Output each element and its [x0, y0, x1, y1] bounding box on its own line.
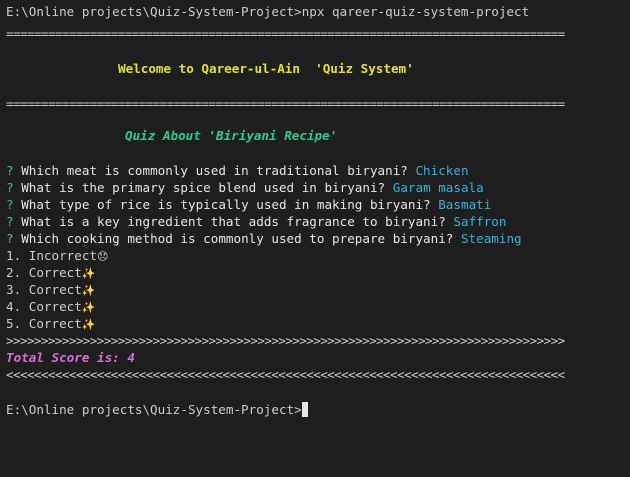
result-text: 4. Correct [6, 299, 82, 314]
question-answer: Basmati [438, 197, 492, 212]
disappointed-face-icon: 😞 [97, 250, 109, 263]
question-mark-icon: ? [6, 197, 14, 212]
sparkles-icon: ✨ [81, 301, 96, 314]
result-line: 4. Correct✨ [6, 298, 96, 315]
question-answer: Garam masala [392, 180, 484, 195]
question-text: What is a key ingredient that adds fragr… [21, 214, 446, 229]
question-mark-icon: ? [6, 214, 14, 229]
question-mark-icon: ? [6, 180, 14, 195]
question-line: ? What is the primary spice blend used i… [6, 179, 484, 196]
final-prompt-line[interactable]: E:\Online projects\Quiz-System-Project> [6, 401, 308, 418]
command-line: E:\Online projects\Quiz-System-Project>n… [6, 3, 529, 20]
result-line: 5. Correct✨ [6, 315, 96, 332]
arrows-left-divider: <<<<<<<<<<<<<<<<<<<<<<<<<<<<<<<<<<<<<<<<… [6, 367, 565, 382]
question-text: What is the primary spice blend used in … [21, 180, 386, 195]
total-score: Total Score is: 4 [6, 350, 135, 365]
welcome-message: Welcome to Qareer-ul-Ain 'Quiz System' [118, 61, 414, 76]
quiz-subtitle: Quiz About 'Biriyani Recipe' [125, 128, 338, 143]
question-text: What type of rice is typically used in m… [21, 197, 431, 212]
result-text: 2. Correct [6, 265, 82, 280]
result-line: 1. Incorrect😞 [6, 247, 108, 264]
text-cursor [301, 402, 308, 417]
result-text: 1. Incorrect [6, 248, 97, 263]
question-line: ? What is a key ingredient that adds fra… [6, 213, 506, 230]
question-line: ? What type of rice is typically used in… [6, 196, 491, 213]
result-text: 5. Correct [6, 316, 82, 331]
final-prompt: E:\Online projects\Quiz-System-Project> [6, 402, 302, 417]
terminal-window[interactable]: E:\Online projects\Quiz-System-Project>n… [0, 0, 630, 477]
sparkles-icon: ✨ [81, 284, 96, 297]
question-line: ? Which cooking method is commonly used … [6, 230, 522, 247]
question-text: Which cooking method is commonly used to… [21, 231, 454, 246]
result-line: 3. Correct✨ [6, 281, 96, 298]
question-line: ? Which meat is commonly used in traditi… [6, 162, 469, 179]
separator-top: ========================================… [6, 26, 565, 41]
command-text: npx qareer-quiz-system-project [301, 4, 530, 19]
sparkles-icon: ✨ [81, 318, 96, 331]
question-answer: Saffron [453, 214, 507, 229]
separator-bottom: ========================================… [6, 96, 565, 111]
result-line: 2. Correct✨ [6, 264, 96, 281]
command-prompt: E:\Online projects\Quiz-System-Project> [6, 4, 302, 19]
sparkles-icon: ✨ [81, 267, 96, 280]
question-answer: Chicken [415, 163, 469, 178]
question-answer: Steaming [460, 231, 522, 246]
question-mark-icon: ? [6, 231, 14, 246]
result-text: 3. Correct [6, 282, 82, 297]
question-text: Which meat is commonly used in tradition… [21, 163, 408, 178]
arrows-right-divider: >>>>>>>>>>>>>>>>>>>>>>>>>>>>>>>>>>>>>>>>… [6, 333, 565, 348]
question-mark-icon: ? [6, 163, 14, 178]
